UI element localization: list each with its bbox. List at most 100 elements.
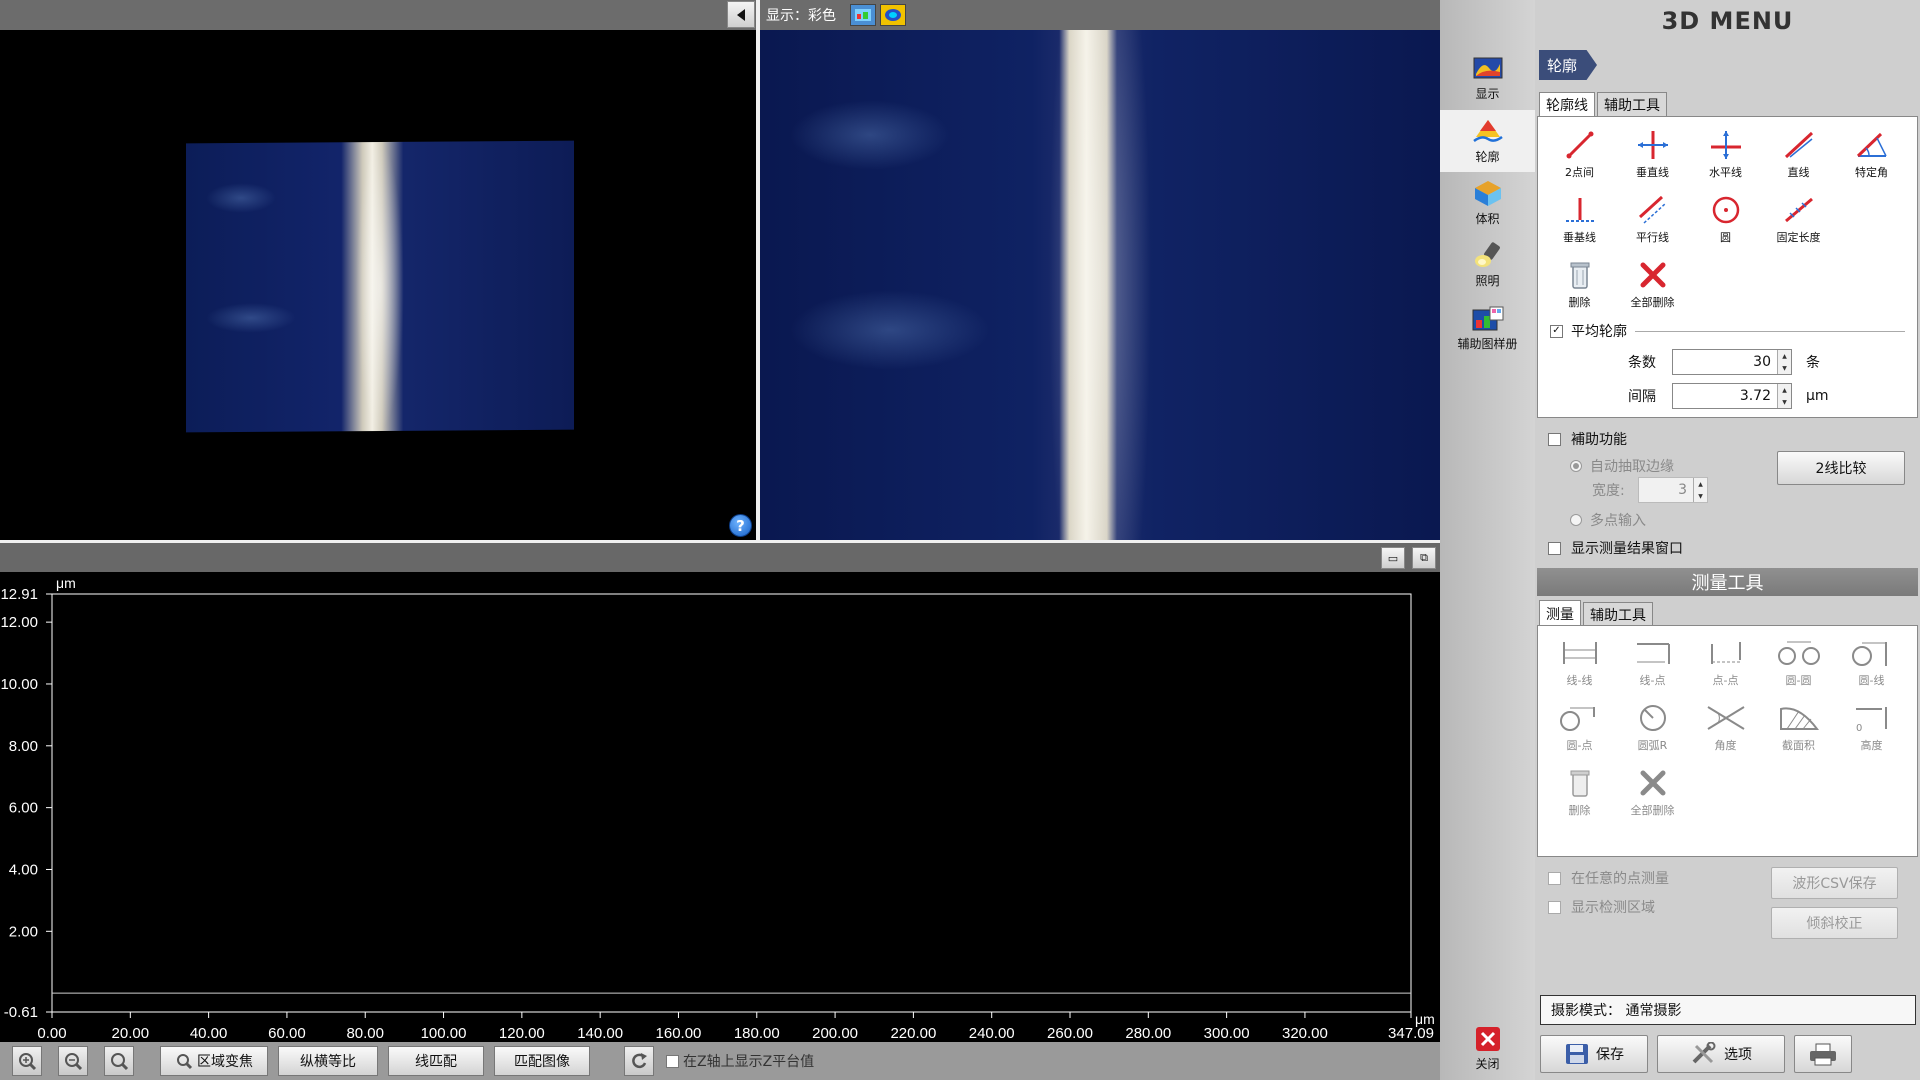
y-tick-label: 8.00	[9, 738, 38, 755]
tool-circle-point[interactable]: 圆-点	[1543, 695, 1616, 760]
tool-delete[interactable]: 删除	[1543, 252, 1616, 317]
interval-unit: μm	[1806, 388, 1829, 404]
tool-cross-section[interactable]: 截面积	[1762, 695, 1835, 760]
waveform-csv-save-button[interactable]: 波形CSV保存	[1771, 867, 1898, 899]
y-tick-label: 12.00	[0, 614, 38, 631]
avg-profile-checkbox[interactable]: ✓	[1550, 324, 1563, 338]
perpendicular-line-icon	[1565, 197, 1594, 222]
tool-parallel[interactable]: 平行线	[1616, 187, 1689, 252]
tool-circle-line[interactable]: 圆-线	[1835, 630, 1908, 695]
nav-item-pattern-book[interactable]: 辅助图样册	[1440, 298, 1535, 360]
aspect-ratio-button[interactable]: 纵横等比	[278, 1046, 378, 1076]
x-tick-label: 120.00	[499, 1025, 545, 1042]
zoom-fit-button[interactable]	[104, 1046, 134, 1076]
capture-mode-bar: 摄影模式： 通常摄影	[1540, 995, 1916, 1025]
width-label: 宽度:	[1592, 483, 1625, 499]
x-tick-label: 80.00	[346, 1025, 384, 1042]
nav-item-display[interactable]: 显示	[1440, 48, 1535, 110]
nav-item-volume[interactable]: 体积	[1440, 172, 1535, 234]
tool-line-point[interactable]: 线-点	[1616, 630, 1689, 695]
minimize-button[interactable]: ▭	[1381, 547, 1405, 569]
auto-edge-radio[interactable]	[1570, 460, 1582, 472]
spin-down-icon[interactable]: ▼	[1778, 362, 1791, 374]
restore-button[interactable]: ⧉	[1412, 547, 1436, 569]
two-line-compare-button[interactable]: 2线比较	[1777, 451, 1905, 485]
any-point-checkbox[interactable]	[1548, 871, 1561, 885]
match-image-button[interactable]: 匹配图像	[494, 1046, 590, 1076]
line-match-button[interactable]: 线匹配	[388, 1046, 484, 1076]
detect-area-label: 显示检测区域	[1571, 900, 1655, 916]
spin-up-icon[interactable]: ▲	[1778, 350, 1791, 362]
profile-tabs: 轮廓线 辅助工具	[1539, 92, 1669, 116]
interval-spinbox[interactable]: 3.72 ▲ ▼	[1672, 383, 1792, 409]
refresh-button[interactable]	[624, 1046, 654, 1076]
assist-label: 補助功能	[1571, 432, 1627, 448]
parallel-line-icon	[1638, 195, 1667, 224]
tool-delete-all[interactable]: 全部删除	[1616, 252, 1689, 317]
specific-angle-icon	[1856, 132, 1887, 157]
color-mode-icon[interactable]	[850, 4, 876, 26]
circle-line-icon	[1851, 641, 1887, 666]
z-stage-checkbox[interactable]	[666, 1054, 679, 1068]
save-button[interactable]: 保存	[1540, 1035, 1648, 1073]
tab-profile-line[interactable]: 轮廓线	[1539, 92, 1595, 116]
auto-edge-row: 自动抽取边缘	[1570, 456, 1674, 476]
spin-up-icon[interactable]: ▲	[1778, 384, 1791, 396]
profile-panel-header	[0, 540, 1440, 572]
zoom-out-button[interactable]	[58, 1046, 88, 1076]
spin-down-icon[interactable]: ▼	[1694, 490, 1707, 502]
tool-measure-delete-all[interactable]: 全部删除	[1616, 760, 1689, 825]
chart-toolbar: 区域变焦 纵横等比 线匹配 匹配图像 在Z轴上显示Z平台值	[0, 1042, 1440, 1080]
tool-perpendicular[interactable]: 垂基线	[1543, 187, 1616, 252]
display-mode-label: 显示：彩色	[766, 8, 836, 24]
spin-down-icon[interactable]: ▼	[1778, 396, 1791, 408]
detect-area-checkbox[interactable]	[1548, 900, 1561, 914]
height-map-mode-icon[interactable]	[880, 4, 906, 26]
tool-straight-line[interactable]: 直线	[1762, 122, 1835, 187]
region-zoom-button[interactable]: 区域变焦	[160, 1046, 268, 1076]
x-tick-label: 20.00	[112, 1025, 150, 1042]
multi-input-radio[interactable]	[1570, 514, 1582, 526]
nav-item-profile[interactable]: 轮廓	[1440, 110, 1535, 172]
show-result-checkbox[interactable]	[1548, 541, 1561, 555]
tool-height[interactable]: 0 高度	[1835, 695, 1908, 760]
assist-checkbox[interactable]	[1548, 432, 1561, 446]
count-spinbox[interactable]: 30 ▲ ▼	[1672, 349, 1792, 375]
tool-circle[interactable]: 圆	[1689, 187, 1762, 252]
tool-angle[interactable]: 角度	[1689, 695, 1762, 760]
options-button[interactable]: 选项	[1657, 1035, 1785, 1073]
tool-fixed-length[interactable]: 固定长度	[1762, 187, 1835, 252]
printer-icon	[1810, 1043, 1836, 1066]
zoom-in-button[interactable]	[12, 1046, 42, 1076]
width-spinbox[interactable]: 3 ▲ ▼	[1638, 477, 1708, 503]
nav-item-close[interactable]: 关闭	[1440, 1018, 1535, 1080]
print-button[interactable]	[1794, 1035, 1852, 1073]
main-surface-image[interactable]	[760, 30, 1440, 540]
collapse-pane-button[interactable]	[727, 1, 755, 28]
tool-circle-circle[interactable]: 圆-圆	[1762, 630, 1835, 695]
count-label: 条数	[1628, 355, 1656, 371]
x-tick-label: 160.00	[656, 1025, 702, 1042]
tool-measure-delete[interactable]: 删除	[1543, 760, 1616, 825]
x-tick-label: 200.00	[812, 1025, 858, 1042]
overview-thumbnail-image	[186, 140, 574, 433]
tab-measure-aux-tools[interactable]: 辅助工具	[1583, 602, 1653, 626]
tool-arc-radius[interactable]: 圆弧R	[1616, 695, 1689, 760]
tool-point-point[interactable]: 点-点	[1689, 630, 1762, 695]
spin-up-icon[interactable]: ▲	[1694, 478, 1707, 490]
assist-row: 補助功能	[1548, 429, 1627, 449]
tilt-correction-button[interactable]: 倾斜校正	[1771, 907, 1898, 939]
profile-chart[interactable]: 12.91 12.00 10.00 8.00 6.00 4.00 2.00 -0.61 0.00…	[0, 572, 1440, 1042]
tool-vertical-line[interactable]: 垂直线	[1616, 122, 1689, 187]
nav-item-lighting[interactable]: 照明	[1440, 234, 1535, 296]
help-icon[interactable]: ?	[729, 514, 752, 537]
line-point-icon	[1636, 642, 1670, 664]
avg-profile-label: 平均轮廓	[1571, 324, 1627, 340]
tool-specific-angle[interactable]: 特定角	[1835, 122, 1908, 187]
tool-horizontal-line[interactable]: 水平线	[1689, 122, 1762, 187]
close-icon	[1475, 1027, 1500, 1051]
tool-two-point[interactable]: 2点间	[1543, 122, 1616, 187]
tab-measure[interactable]: 测量	[1539, 600, 1581, 626]
tab-profile-aux-tools[interactable]: 辅助工具	[1597, 92, 1667, 116]
tool-line-line[interactable]: 线-线	[1543, 630, 1616, 695]
